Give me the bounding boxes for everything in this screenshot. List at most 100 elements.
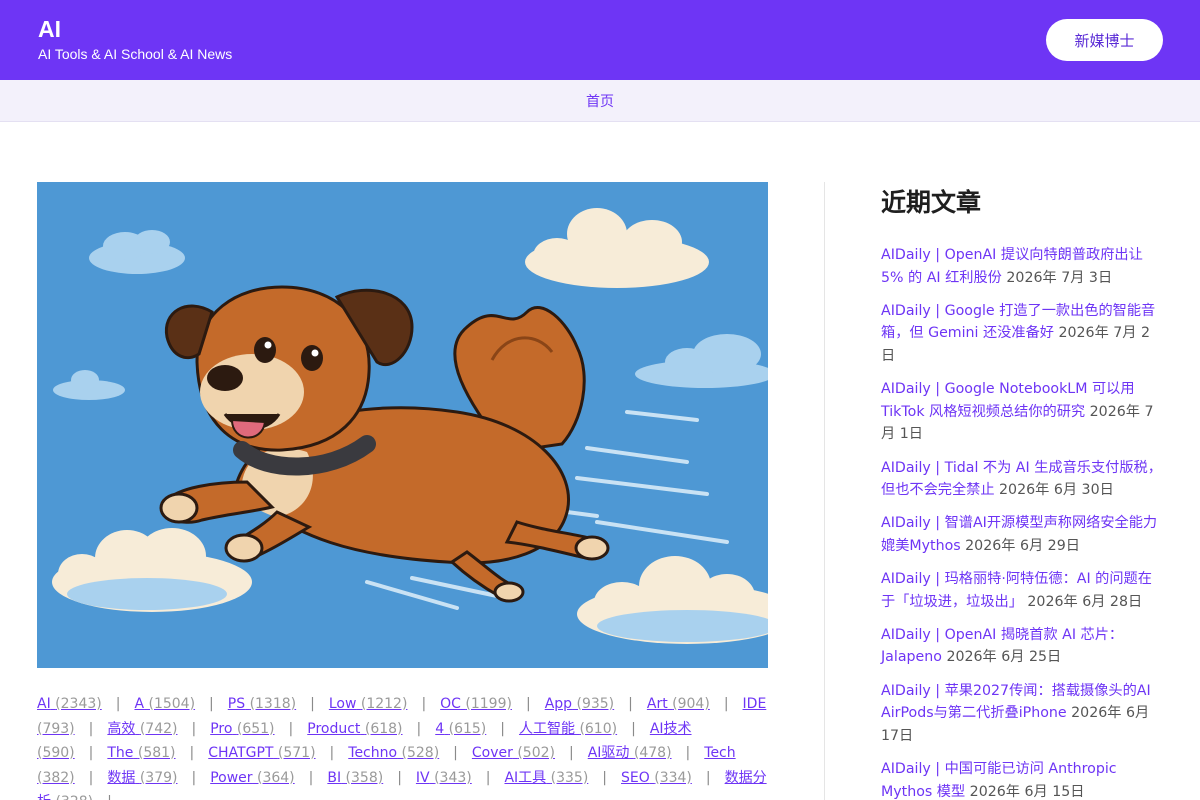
tag-count: (328) bbox=[55, 794, 93, 800]
list-item: AIDaily | OpenAI 揭晓首款 AI 芯片：Jalapeno 202… bbox=[881, 624, 1163, 669]
tag-link[interactable]: Product (618) bbox=[307, 721, 402, 737]
tag-separator: | bbox=[628, 696, 633, 712]
tag-link[interactable]: 4 (615) bbox=[435, 721, 486, 737]
tag-separator: | bbox=[500, 720, 505, 737]
tag-name: A bbox=[134, 696, 145, 712]
tag-separator: | bbox=[288, 720, 294, 737]
tag-separator: | bbox=[209, 696, 214, 712]
list-item: AIDaily | OpenAI 提议向特朗普政府出让5% 的 AI 红利股份 … bbox=[881, 244, 1163, 289]
tag-separator: | bbox=[191, 720, 197, 737]
nav-home-link[interactable]: 首页 bbox=[586, 91, 614, 111]
tag-count: (382) bbox=[37, 769, 75, 786]
tag-separator: | bbox=[569, 745, 574, 762]
header-cta-button[interactable]: 新媒博士 bbox=[1046, 19, 1163, 61]
tag-link[interactable]: Art (904) bbox=[647, 696, 710, 712]
tag-name: BI bbox=[327, 769, 342, 786]
post-date: 2026年 6月 15日 bbox=[969, 783, 1085, 800]
tag-separator: | bbox=[88, 720, 94, 737]
tag-separator: | bbox=[88, 745, 94, 762]
tag-separator: | bbox=[310, 696, 315, 712]
tag-link[interactable]: Power (364) bbox=[210, 770, 294, 786]
recent-posts-list: AIDaily | OpenAI 提议向特朗普政府出让5% 的 AI 红利股份 … bbox=[881, 244, 1163, 800]
tag-count: (478) bbox=[633, 745, 672, 762]
tag-link[interactable]: OC (1199) bbox=[440, 696, 512, 712]
tag-link[interactable]: The (581) bbox=[107, 745, 175, 761]
tag-name: AI bbox=[37, 696, 51, 712]
tag-separator: | bbox=[602, 769, 608, 786]
post-date: 2026年 6月 29日 bbox=[965, 537, 1080, 554]
tag-separator: | bbox=[453, 745, 458, 762]
tag-count: (742) bbox=[139, 720, 178, 737]
tag-link[interactable]: Techno (528) bbox=[348, 745, 439, 761]
tag-link[interactable]: Low (1212) bbox=[329, 696, 408, 712]
tag-count: (343) bbox=[434, 769, 472, 786]
tag-name: PS bbox=[227, 696, 246, 712]
tag-name: IV bbox=[415, 769, 430, 786]
tag-count: (1212) bbox=[360, 696, 408, 712]
post-date: 2026年 6月 30日 bbox=[999, 482, 1114, 499]
tag-link[interactable]: AI (2343) bbox=[37, 696, 102, 712]
site-tagline: AI Tools & AI School & AI News bbox=[38, 46, 233, 62]
tag-name: IDE bbox=[742, 696, 767, 712]
main-nav: 首页 bbox=[0, 80, 1200, 122]
tag-link[interactable]: CHATGPT (571) bbox=[208, 745, 315, 761]
tag-name: 4 bbox=[435, 720, 445, 737]
tag-count: (502) bbox=[517, 745, 555, 762]
tag-separator: | bbox=[485, 769, 491, 786]
tag-count: (935) bbox=[576, 696, 615, 712]
post-date: 2026年 7月 3日 bbox=[1006, 269, 1113, 286]
tag-name: Art bbox=[646, 696, 668, 712]
tag-separator: | bbox=[189, 745, 195, 762]
tag-separator: | bbox=[705, 769, 711, 786]
tag-link[interactable]: AI驱动 (478) bbox=[588, 745, 672, 761]
tag-link[interactable]: A (1504) bbox=[134, 696, 195, 712]
tag-name: The bbox=[107, 745, 134, 762]
tag-separator: | bbox=[191, 769, 197, 786]
tag-name: OC bbox=[440, 696, 461, 712]
tag-link[interactable]: App (935) bbox=[545, 696, 614, 712]
content-divider bbox=[824, 182, 825, 800]
tag-count: (364) bbox=[256, 769, 295, 786]
tag-count: (358) bbox=[345, 769, 384, 786]
tag-link[interactable]: 高效 (742) bbox=[107, 721, 177, 737]
tag-count: (2343) bbox=[55, 696, 102, 712]
tag-separator: | bbox=[329, 745, 335, 762]
list-item: AIDaily | 智谱AI开源模型声称网络安全能力媲美Mythos 2026年… bbox=[881, 512, 1163, 557]
tag-count: (335) bbox=[550, 769, 589, 786]
tag-separator: | bbox=[115, 696, 121, 712]
tag-separator: | bbox=[631, 720, 636, 737]
tag-name: Power bbox=[210, 769, 253, 786]
tag-link[interactable]: SEO (334) bbox=[621, 770, 692, 786]
tag-name: Tech bbox=[704, 745, 736, 762]
list-item: AIDaily | 玛格丽特·阿特伍德：AI 的问题在于「垃圾进，垃圾出」 20… bbox=[881, 568, 1163, 613]
tag-link[interactable]: AI工具 (335) bbox=[504, 770, 588, 786]
list-item: AIDaily | 中国可能已访问 Anthropic Mythos 模型 20… bbox=[881, 758, 1163, 800]
tag-separator: | bbox=[88, 769, 94, 786]
tag-link[interactable]: IV (343) bbox=[416, 770, 472, 786]
tag-name: 数据 bbox=[107, 769, 136, 786]
tag-count: (1318) bbox=[249, 696, 297, 712]
tag-name: 高效 bbox=[107, 720, 136, 737]
tag-name: Cover bbox=[471, 745, 513, 762]
flying-dog-illustration bbox=[37, 182, 768, 668]
tag-count: (379) bbox=[139, 769, 178, 786]
tag-separator: | bbox=[308, 769, 314, 786]
tag-separator: | bbox=[685, 745, 691, 762]
featured-image[interactable] bbox=[37, 182, 768, 668]
tag-separator: | bbox=[421, 696, 427, 712]
tag-link[interactable]: Cover (502) bbox=[472, 745, 555, 761]
tag-link[interactable]: BI (358) bbox=[327, 770, 383, 786]
tag-name: Techno bbox=[348, 745, 398, 762]
tag-link[interactable]: PS (1318) bbox=[228, 696, 296, 712]
site-title[interactable]: AI bbox=[38, 16, 61, 43]
tag-link[interactable]: 人工智能 (610) bbox=[519, 721, 617, 737]
tag-name: Product bbox=[307, 720, 361, 737]
tag-link[interactable]: Pro (651) bbox=[210, 721, 274, 737]
site-header: AI AI Tools & AI School & AI News 新媒博士 bbox=[0, 0, 1200, 80]
tag-name: SEO bbox=[621, 769, 650, 786]
tag-separator: | bbox=[397, 769, 402, 786]
tag-name: Pro bbox=[210, 720, 233, 737]
tag-count: (618) bbox=[364, 720, 403, 737]
tag-count: (610) bbox=[579, 720, 618, 737]
tag-link[interactable]: 数据 (379) bbox=[107, 770, 177, 786]
